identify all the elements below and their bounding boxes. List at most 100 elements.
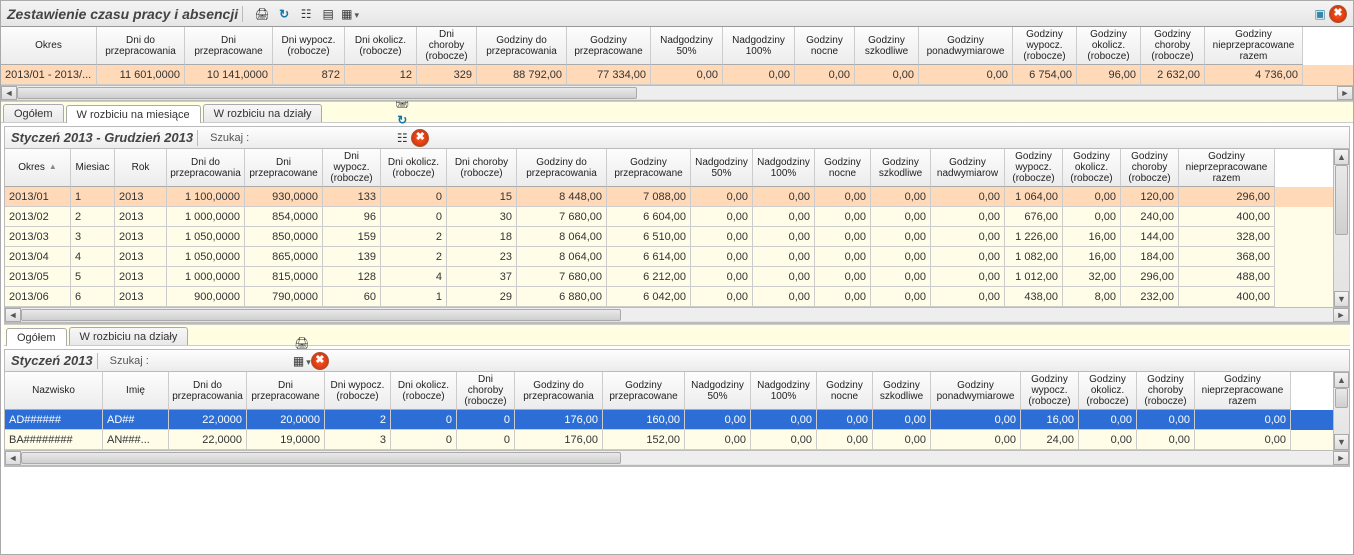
column-header[interactable]: Godziny ponadwymiarowe	[919, 27, 1013, 65]
column-header[interactable]: Dni okolicz. (robocze)	[381, 149, 447, 187]
column-header[interactable]: Godziny choroby (robocze)	[1141, 27, 1205, 65]
column-header[interactable]: Godziny szkodliwe	[855, 27, 919, 65]
cell: 0,00	[685, 430, 751, 450]
months-vscroll[interactable]: ▲ ▼	[1333, 149, 1349, 307]
refresh-icon[interactable]	[275, 5, 293, 23]
chart-icon[interactable]	[393, 129, 411, 147]
cell: 4 736,00	[1205, 65, 1303, 85]
cell: 32,00	[1063, 267, 1121, 287]
column-header[interactable]: Godziny nieprzepracowane razem	[1205, 27, 1303, 65]
column-header[interactable]: Godziny okolicz. (robocze)	[1079, 372, 1137, 410]
chart-icon[interactable]	[297, 5, 315, 23]
column-header[interactable]: Godziny choroby (robocze)	[1137, 372, 1195, 410]
close-icon[interactable]	[311, 352, 329, 370]
column-header[interactable]: Godziny nieprzepracowane razem	[1195, 372, 1291, 410]
cell: 1 082,00	[1005, 247, 1063, 267]
column-header[interactable]: Godziny wypocz. (robocze)	[1021, 372, 1079, 410]
detail-title: Styczeń 2013	[11, 353, 93, 368]
column-header[interactable]: Godziny nieprzepracowane razem	[1179, 149, 1275, 187]
tab-miesiace[interactable]: W rozbiciu na miesiące	[66, 105, 201, 123]
column-header[interactable]: Godziny przepracowane	[603, 372, 685, 410]
column-header[interactable]: Rok	[115, 149, 167, 187]
column-header[interactable]: Dni okolicz. (robocze)	[345, 27, 417, 65]
summary-hscroll[interactable]: ◄ ►	[1, 85, 1353, 101]
column-header[interactable]: Godziny nocne	[817, 372, 873, 410]
table-row[interactable]: BA########AN###...22,000019,0000300176,0…	[5, 430, 1333, 450]
months-hscroll[interactable]: ◄ ►	[5, 307, 1349, 323]
column-header[interactable]: Dni choroby (robocze)	[417, 27, 477, 65]
refresh-icon[interactable]	[393, 111, 411, 129]
column-header[interactable]: Dni do przepracowania	[167, 149, 245, 187]
tab-ogolem[interactable]: Ogółem	[3, 104, 64, 122]
columns-icon[interactable]	[319, 5, 337, 23]
column-header[interactable]: Nazwisko	[5, 372, 103, 410]
table-row[interactable]: AD######AD##22,000020,0000200176,00160,0…	[5, 410, 1333, 430]
column-header[interactable]: Nadgodziny 50%	[691, 149, 753, 187]
column-header[interactable]: Dni choroby (robocze)	[457, 372, 515, 410]
cell: 815,0000	[245, 267, 323, 287]
grid-dropdown[interactable]	[341, 5, 359, 23]
tab-dzialy[interactable]: W rozbiciu na działy	[203, 104, 323, 122]
window-icon[interactable]	[1311, 5, 1329, 23]
close-icon[interactable]	[1329, 5, 1347, 23]
column-header[interactable]: Godziny okolicz. (robocze)	[1063, 149, 1121, 187]
table-row[interactable]: 2013/01 - 2013/...11 601,000010 141,0000…	[1, 65, 1353, 85]
column-header[interactable]: Nadgodziny 100%	[753, 149, 815, 187]
column-header[interactable]: Godziny nocne	[795, 27, 855, 65]
months-search-label: Szukaj :	[210, 132, 249, 144]
column-header[interactable]: Imię	[103, 372, 169, 410]
column-header[interactable]: Dni wypocz. (robocze)	[323, 149, 381, 187]
column-header[interactable]: Godziny choroby (robocze)	[1121, 149, 1179, 187]
column-header[interactable]: Godziny nadwymiarow	[931, 149, 1005, 187]
column-header[interactable]: Dni okolicz. (robocze)	[391, 372, 457, 410]
detail-vscroll[interactable]: ▲ ▼	[1333, 372, 1349, 450]
app-root: Zestawienie czasu pracy i absencji Okres…	[0, 0, 1354, 555]
table-row[interactable]: 2013/01120131 100,0000930,00001330158 44…	[5, 187, 1333, 207]
table-row[interactable]: 2013/02220131 000,0000854,0000960307 680…	[5, 207, 1333, 227]
column-header[interactable]: Dni wypocz. (robocze)	[325, 372, 391, 410]
months-search-input[interactable]	[253, 130, 393, 146]
column-header[interactable]: Dni do przepracowania	[169, 372, 247, 410]
column-header[interactable]: Okres	[1, 27, 97, 65]
column-header[interactable]: Godziny do przepracowania	[515, 372, 603, 410]
subtab-ogolem[interactable]: Ogółem	[6, 328, 67, 346]
detail-search-input[interactable]	[153, 353, 293, 369]
print-icon[interactable]	[253, 5, 271, 23]
subtab-dzialy[interactable]: W rozbiciu na działy	[69, 327, 189, 345]
column-header[interactable]: Okres	[5, 149, 71, 187]
column-header[interactable]: Nadgodziny 100%	[723, 27, 795, 65]
column-header[interactable]: Godziny ponadwymiarowe	[931, 372, 1021, 410]
column-header[interactable]: Godziny nocne	[815, 149, 871, 187]
column-header[interactable]: Godziny wypocz. (robocze)	[1005, 149, 1063, 187]
column-header[interactable]: Dni do przepracowania	[97, 27, 185, 65]
column-header[interactable]: Dni choroby (robocze)	[447, 149, 517, 187]
column-header[interactable]: Miesiac	[71, 149, 115, 187]
column-header[interactable]: Godziny do przepracowania	[517, 149, 607, 187]
detail-hscroll[interactable]: ◄ ►	[5, 450, 1349, 466]
column-header[interactable]: Godziny wypocz. (robocze)	[1013, 27, 1077, 65]
column-header[interactable]: Godziny do przepracowania	[477, 27, 567, 65]
column-header[interactable]: Godziny szkodliwe	[873, 372, 931, 410]
column-header[interactable]: Nadgodziny 100%	[751, 372, 817, 410]
column-header[interactable]: Godziny przepracowane	[607, 149, 691, 187]
column-header[interactable]: Nadgodziny 50%	[685, 372, 751, 410]
column-header[interactable]: Dni przepracowane	[247, 372, 325, 410]
table-row[interactable]: 2013/03320131 050,0000850,00001592188 06…	[5, 227, 1333, 247]
column-header[interactable]: Godziny szkodliwe	[871, 149, 931, 187]
cell: 0,00	[873, 410, 931, 430]
column-header[interactable]: Dni przepracowane	[185, 27, 273, 65]
table-row[interactable]: 2013/05520131 000,0000815,00001284377 68…	[5, 267, 1333, 287]
close-icon[interactable]	[411, 129, 429, 147]
cell: 0,00	[815, 287, 871, 307]
column-header[interactable]: Dni przepracowane	[245, 149, 323, 187]
grid-dropdown[interactable]	[293, 352, 311, 370]
cell: 30	[447, 207, 517, 227]
print-icon[interactable]	[293, 334, 311, 352]
column-header[interactable]: Dni wypocz. (robocze)	[273, 27, 345, 65]
column-header[interactable]: Nadgodziny 50%	[651, 27, 723, 65]
table-row[interactable]: 2013/0662013900,0000790,0000601296 880,0…	[5, 287, 1333, 307]
column-header[interactable]: Godziny okolicz. (robocze)	[1077, 27, 1141, 65]
table-row[interactable]: 2013/04420131 050,0000865,00001392238 06…	[5, 247, 1333, 267]
cell: 3	[71, 227, 115, 247]
column-header[interactable]: Godziny przepracowane	[567, 27, 651, 65]
